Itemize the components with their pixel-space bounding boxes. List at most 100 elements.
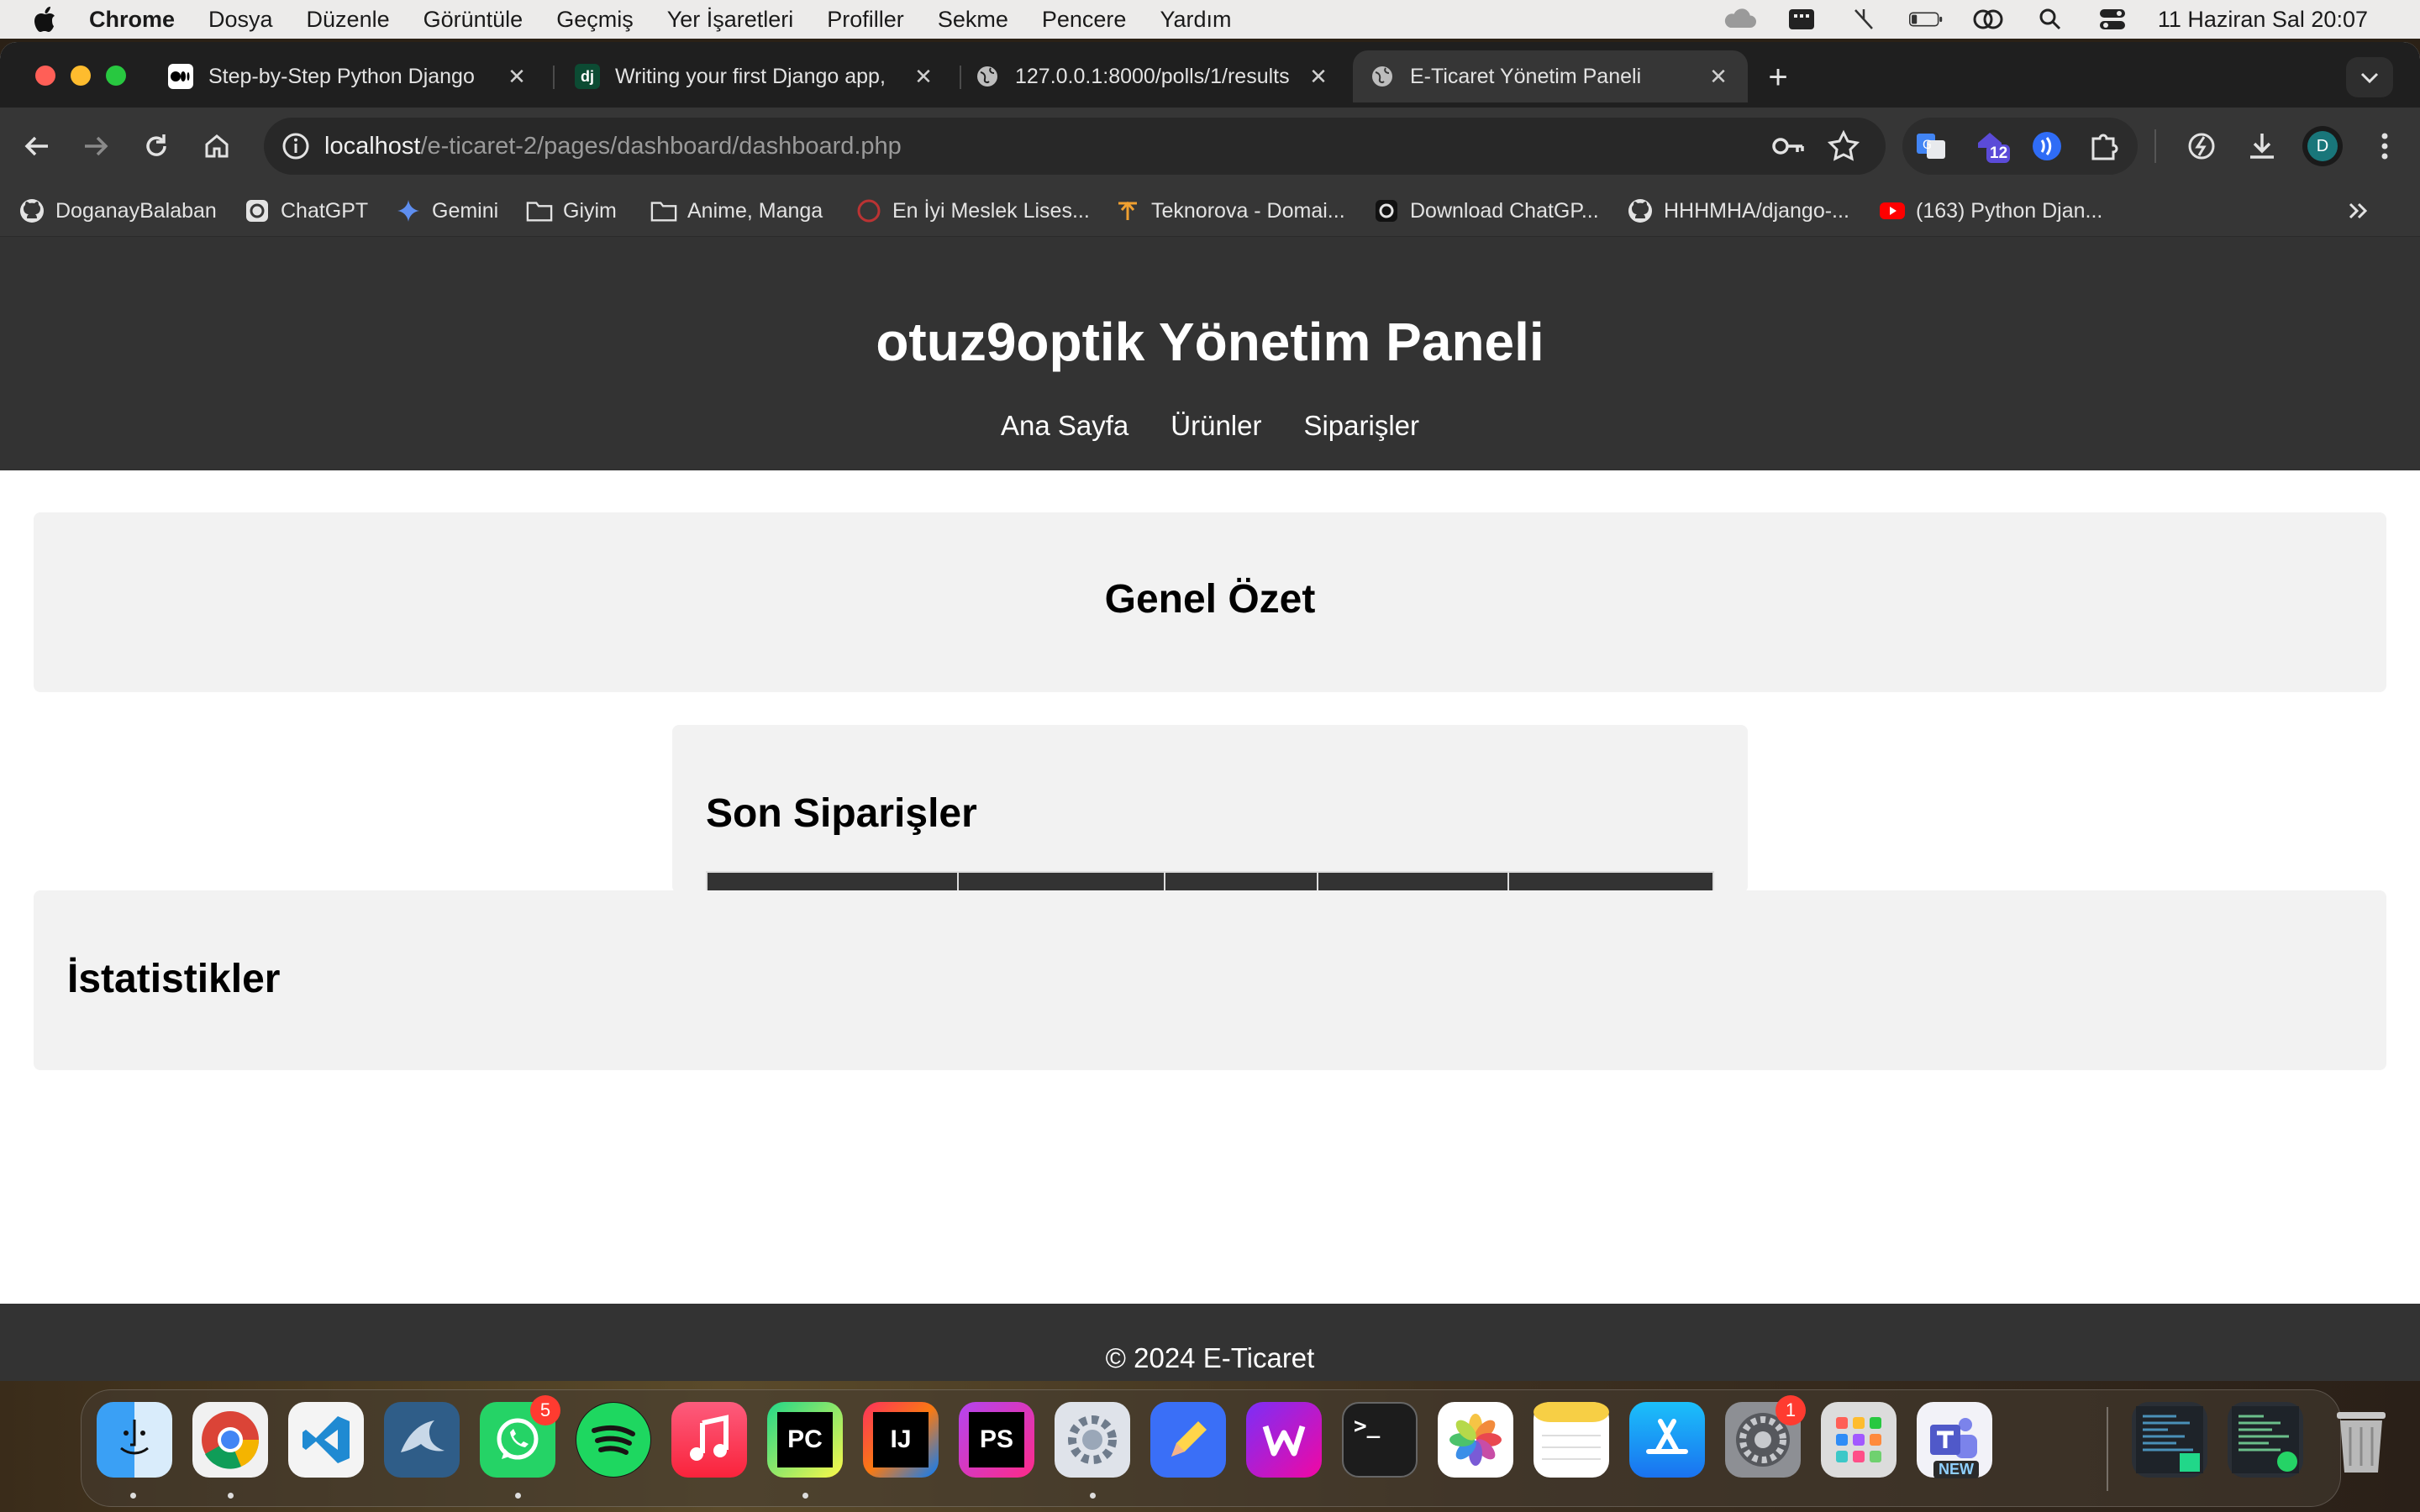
menu-edit[interactable]: Düzenle <box>307 7 390 33</box>
dock-trash-icon[interactable] <box>2323 1402 2399 1478</box>
dock-system-settings-icon[interactable]: 1 <box>1725 1395 1806 1478</box>
extension-badge-count: 12 <box>1990 144 2008 162</box>
address-bar[interactable]: localhost/e-ticaret-2/pages/dashboard/da… <box>264 118 1886 175</box>
more-menu-icon[interactable] <box>2366 128 2403 165</box>
close-tab-icon[interactable]: ✕ <box>911 64 936 89</box>
dock-launchpad-icon[interactable] <box>1821 1402 1897 1478</box>
dock-intellij-icon[interactable]: IJ <box>863 1402 939 1478</box>
mute-icon[interactable] <box>1847 8 1881 31</box>
dock-pencil-app-icon[interactable] <box>1150 1402 1226 1478</box>
running-indicator <box>515 1493 521 1499</box>
nav-link-orders[interactable]: Siparişler <box>1303 410 1419 442</box>
menu-app-name[interactable]: Chrome <box>89 7 175 33</box>
minimize-window-button[interactable] <box>71 66 91 86</box>
menubar-clock[interactable]: 11 Haziran Sal 20:07 <box>2158 7 2368 33</box>
dock-photos-icon[interactable] <box>1438 1402 1513 1478</box>
bookmark-star-icon[interactable] <box>1827 129 1860 163</box>
more-bookmarks-button[interactable] <box>2348 195 2370 227</box>
back-button[interactable] <box>18 128 55 165</box>
extension-badge-icon[interactable]: 12 <box>1975 128 2012 165</box>
cloud-icon[interactable] <box>1723 8 1756 31</box>
home-button[interactable] <box>198 128 235 165</box>
tab-search-button[interactable] <box>2346 57 2393 97</box>
statistics-section: İstatistikler <box>34 890 2386 1070</box>
bookmark-item[interactable]: Teknorova - Domai... <box>1114 195 1345 227</box>
screen-mirroring-icon[interactable] <box>1971 8 2005 31</box>
bookmark-item[interactable]: DoganayBalaban <box>18 195 217 227</box>
dock-mysql-workbench-icon[interactable] <box>384 1402 460 1478</box>
nav-link-products[interactable]: Ürünler <box>1171 410 1261 442</box>
control-center-icon[interactable] <box>2096 8 2129 31</box>
bookmark-label: (163) Python Djan... <box>1916 198 2103 223</box>
dock-finder-icon[interactable] <box>97 1402 172 1478</box>
nav-link-home[interactable]: Ana Sayfa <box>1001 410 1128 442</box>
tab-title: Writing your first Django app, <box>615 64 886 88</box>
site-title: otuz9optik Yönetim Paneli <box>876 312 1544 372</box>
bookmark-item[interactable]: (163) Python Djan... <box>1879 195 2102 227</box>
site-nav: Ana Sayfa Ürünler Siparişler <box>0 410 2420 442</box>
menu-file[interactable]: Dosya <box>208 7 273 33</box>
toolbar-divider <box>2154 129 2156 163</box>
bookmark-item[interactable]: Download ChatGP... <box>1373 195 1599 227</box>
game-controller-icon[interactable] <box>1785 8 1818 31</box>
menu-profiles[interactable]: Profiller <box>827 7 904 33</box>
close-tab-icon[interactable]: ✕ <box>504 64 529 89</box>
tab-3[interactable]: 127.0.0.1:8000/polls/1/results ✕ <box>958 50 1348 102</box>
menu-help[interactable]: Yardım <box>1160 7 1231 33</box>
close-tab-icon[interactable]: ✕ <box>1306 64 1331 89</box>
extensions-puzzle-icon[interactable] <box>2086 128 2123 165</box>
menu-bookmarks[interactable]: Yer İşaretleri <box>667 7 794 33</box>
site-info-icon[interactable] <box>281 131 311 161</box>
menu-window[interactable]: Pencere <box>1042 7 1127 33</box>
apple-logo-icon[interactable] <box>34 5 59 34</box>
url-text[interactable]: localhost/e-ticaret-2/pages/dashboard/da… <box>324 133 902 160</box>
dock-system-utility-icon[interactable] <box>1055 1402 1130 1478</box>
fullscreen-window-button[interactable] <box>106 66 126 86</box>
dock-minimized-window-pycharm[interactable] <box>2132 1402 2207 1478</box>
menubar-status-area: 11 Haziran Sal 20:07 <box>1723 0 2368 39</box>
dock-terminal-icon[interactable]: >_ <box>1342 1402 1418 1478</box>
close-tab-icon[interactable]: ✕ <box>1706 64 1731 89</box>
forward-button[interactable] <box>77 128 114 165</box>
dock-chrome-icon[interactable] <box>192 1402 268 1478</box>
dock-whatsapp-icon[interactable]: 5 <box>480 1395 560 1478</box>
menu-view[interactable]: Görüntüle <box>424 7 523 33</box>
reload-button[interactable] <box>138 128 175 165</box>
bookmark-folder[interactable]: Anime, Manga <box>650 195 823 227</box>
dock-separator <box>2107 1407 2108 1491</box>
tab-4-active[interactable]: E-Ticaret Yönetim Paneli ✕ <box>1353 50 1748 102</box>
speechify-icon[interactable] <box>2028 128 2065 165</box>
bookmark-item[interactable]: En İyi Meslek Lises... <box>855 195 1090 227</box>
spotlight-search-icon[interactable] <box>2033 8 2067 31</box>
battery-icon[interactable] <box>1908 8 1943 31</box>
menu-tab[interactable]: Sekme <box>938 7 1008 33</box>
dock-music-icon[interactable] <box>671 1402 747 1478</box>
dock-phpstorm-icon[interactable]: PS <box>959 1402 1034 1478</box>
google-translate-icon[interactable]: G <box>1912 128 1949 165</box>
download-icon[interactable] <box>2244 128 2281 165</box>
dock-teams-icon[interactable]: NEW <box>1917 1402 1992 1478</box>
key-icon[interactable] <box>1771 131 1805 161</box>
close-window-button[interactable] <box>35 66 55 86</box>
dock-notes-icon[interactable] <box>1534 1402 1609 1478</box>
arrow-left-icon <box>24 136 48 156</box>
bookmark-item[interactable]: Gemini <box>395 195 498 227</box>
dock-pycharm-icon[interactable]: PC <box>767 1402 843 1478</box>
performance-icon[interactable] <box>2183 128 2220 165</box>
bookmark-folder[interactable]: Giyim <box>526 195 617 227</box>
bookmark-item[interactable]: HHHMHA/django-... <box>1627 195 1849 227</box>
tab-2[interactable]: dj Writing your first Django app, ✕ <box>558 50 953 102</box>
dock-wps-icon[interactable] <box>1246 1402 1322 1478</box>
new-tab-button[interactable]: + <box>1761 59 1795 96</box>
menu-history[interactable]: Geçmiş <box>556 7 634 33</box>
bookmark-item[interactable]: ChatGPT <box>244 195 368 227</box>
dock-minimized-window-whatsapp[interactable] <box>2228 1402 2303 1478</box>
dock-spotify-icon[interactable] <box>576 1402 651 1478</box>
profile-avatar[interactable]: D <box>2302 126 2343 166</box>
bookmark-label: Teknorova - Domai... <box>1151 198 1345 223</box>
tab-1[interactable]: Step-by-Step Python Django ✕ <box>151 50 546 102</box>
site-footer: © 2024 E-Ticaret <box>0 1304 2420 1381</box>
tab-divider <box>553 66 555 89</box>
dock-app-store-icon[interactable] <box>1629 1402 1705 1478</box>
dock-vscode-icon[interactable] <box>288 1402 364 1478</box>
